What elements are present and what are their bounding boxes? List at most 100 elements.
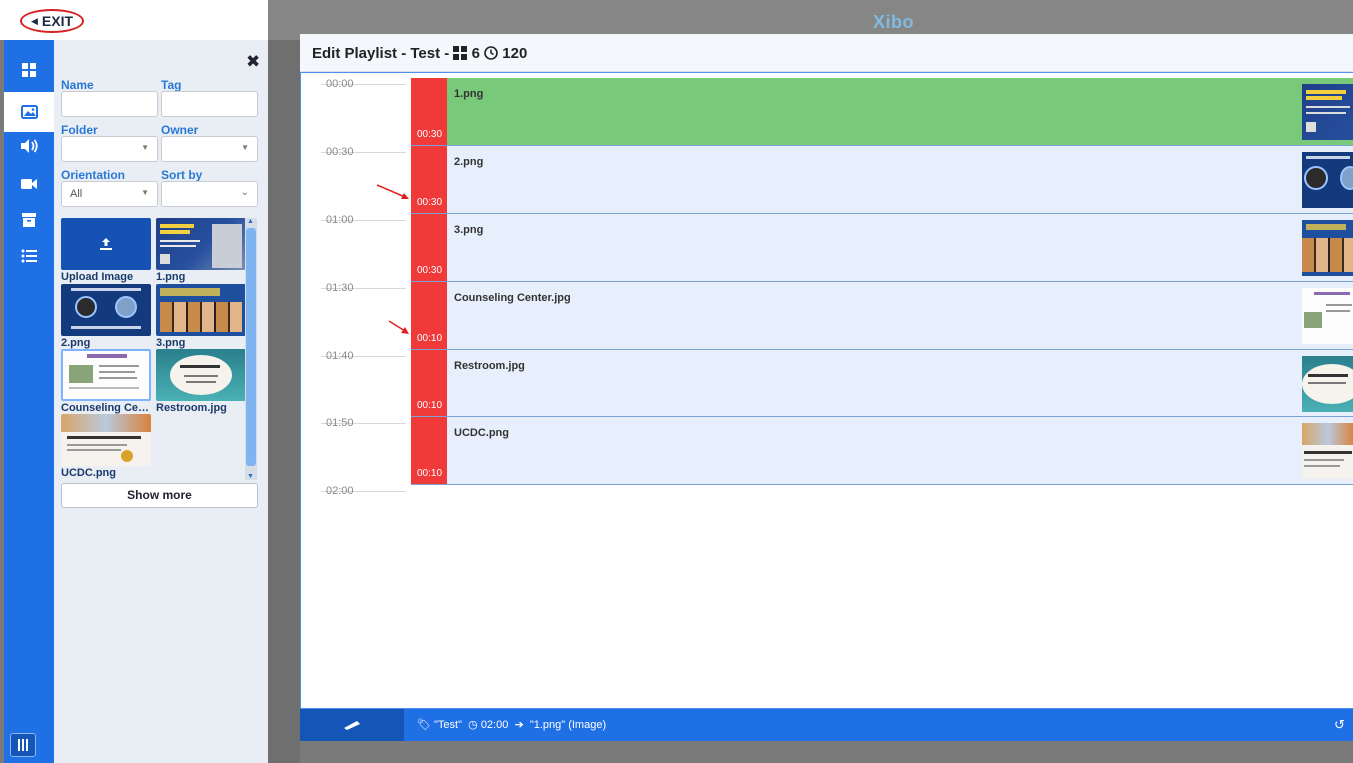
clock-icon: ◷ <box>468 719 478 731</box>
time-label: 01:30 <box>326 282 354 294</box>
annotation-arrow-icon <box>376 184 409 199</box>
orientation-value: All <box>70 188 83 200</box>
xibo-logo: Xibo <box>873 12 914 32</box>
timeline-widget-3png[interactable]: 00:30 3.png <box>411 214 1353 282</box>
library-thumbnail <box>61 284 151 336</box>
tag-label: Tag <box>161 78 182 92</box>
widget-name: Restroom.jpg <box>454 360 525 372</box>
scroll-up-icon[interactable]: ▲ <box>247 218 254 225</box>
library-item-2png[interactable]: 2.png <box>61 284 151 349</box>
library-item-name: Counseling Center... <box>61 402 151 414</box>
widget-thumbnail <box>1302 423 1353 479</box>
duration-bar: 00:30 <box>411 146 447 213</box>
scroll-thumb[interactable] <box>246 228 256 466</box>
timeline-widget-ucdc[interactable]: 00:10 UCDC.png <box>411 417 1353 485</box>
widget-thumbnail <box>1302 220 1353 276</box>
chevron-down-icon: ▼ <box>141 188 149 197</box>
library-item-name: UCDC.png <box>61 467 116 479</box>
archive-icon[interactable] <box>4 200 54 240</box>
chevron-down-icon: ⌄ <box>240 187 249 198</box>
widget-thumbnail <box>1302 356 1353 412</box>
library-item-restroom[interactable]: Restroom.jpg <box>156 349 246 414</box>
library-item-name: Restroom.jpg <box>156 402 227 414</box>
list-icon[interactable] <box>4 236 54 276</box>
timeline-widget-counseling[interactable]: 00:10 Counseling Center.jpg <box>411 282 1353 350</box>
modal-title: Edit Playlist - Test - 6 120 <box>312 45 527 64</box>
timeline-widget-2png[interactable]: 00:30 2.png <box>411 146 1353 214</box>
library-item-3png[interactable]: 3.png <box>156 284 246 349</box>
playlist-footer: 🏷︎ "Test" ◷ 02:00 ➔ "1.png" (Image) ↺ <box>300 709 1353 741</box>
owner-label: Owner <box>161 123 199 137</box>
duration-bar: 00:10 <box>411 282 447 349</box>
playlist-timeline: 00:00 00:30 01:00 01:30 01:40 01:50 02:0… <box>300 72 1353 709</box>
undo-icon[interactable]: ↺ <box>1334 717 1345 733</box>
library-item-counseling[interactable]: Counseling Center... <box>61 349 151 414</box>
timeline-widget-restroom[interactable]: 00:10 Restroom.jpg <box>411 350 1353 417</box>
sortby-label: Sort by <box>161 168 203 182</box>
widget-name: 1.png <box>454 88 484 100</box>
time-label: 02:00 <box>326 485 354 497</box>
library-thumbnail <box>156 218 246 270</box>
timeline-widget-1png[interactable]: 00:30 1.png <box>411 78 1353 146</box>
duration-bar: 00:30 <box>411 78 447 145</box>
owner-select[interactable]: ▼ <box>161 136 258 162</box>
close-icon[interactable]: ✖ <box>246 52 260 72</box>
widget-name: 3.png <box>454 224 484 236</box>
footer-duration: 02:00 <box>480 719 509 731</box>
widget-count: 6 <box>471 45 480 62</box>
time-label: 00:00 <box>326 78 354 90</box>
tag-icon: 🏷︎ <box>417 719 431 731</box>
time-label: 00:30 <box>326 146 354 158</box>
caret-left-icon: ◀ <box>30 15 38 26</box>
library-item-name: 3.png <box>156 337 186 349</box>
duration-bar: 00:30 <box>411 214 447 281</box>
modal-header: Edit Playlist - Test - 6 120 <box>300 34 1353 72</box>
show-more-button[interactable]: Show more <box>61 483 258 508</box>
name-label: Name <box>61 78 94 92</box>
clock-icon <box>484 46 498 64</box>
total-duration: 120 <box>502 45 528 62</box>
widget-duration: 00:10 <box>417 468 443 479</box>
chevron-down-icon: ▼ <box>141 143 149 152</box>
annotation-arrow-icon <box>388 320 409 334</box>
library-thumbnail <box>61 349 151 401</box>
duration-bar: 00:10 <box>411 350 447 416</box>
widget-name: 2.png <box>454 156 484 168</box>
columns-icon[interactable] <box>10 733 36 757</box>
video-icon[interactable] <box>4 164 54 204</box>
ruler-icon[interactable] <box>300 709 404 741</box>
sortby-select[interactable]: ⌄ <box>161 181 258 207</box>
footer-info: 🏷︎ "Test" ◷ 02:00 ➔ "1.png" (Image) <box>417 718 606 731</box>
library-item-1png[interactable]: 1.png <box>156 218 246 283</box>
library-thumbnail <box>156 284 246 336</box>
widget-thumbnail <box>1302 152 1353 208</box>
widget-name: UCDC.png <box>454 427 509 439</box>
tag-input[interactable] <box>161 91 258 117</box>
arrow-right-icon: ➔ <box>514 719 524 731</box>
widgets-grid-icon[interactable] <box>4 50 54 90</box>
time-label: 01:50 <box>326 417 354 429</box>
library-item-ucdc[interactable]: UCDC.png <box>61 414 151 479</box>
folder-select[interactable]: ▼ <box>61 136 158 162</box>
chevron-down-icon: ▼ <box>241 143 249 152</box>
orientation-select[interactable]: All ▼ <box>61 181 158 207</box>
orientation-label: Orientation <box>61 168 126 182</box>
toolbox-iconbar <box>4 40 54 763</box>
time-label: 01:00 <box>326 214 354 226</box>
audio-icon[interactable] <box>4 126 54 166</box>
widget-duration: 00:30 <box>417 265 443 276</box>
library-item-name: 2.png <box>61 337 91 349</box>
library-scrollbar[interactable]: ▲ ▼ <box>245 218 257 480</box>
upload-image-card[interactable]: Upload Image <box>61 218 151 283</box>
media-library-grid: Upload Image 1.png 2.png 3.png Counselin… <box>61 218 258 480</box>
library-thumbnail <box>61 414 151 466</box>
exit-button[interactable]: ◀ EXIT <box>20 9 84 33</box>
duration-bar: 00:10 <box>411 417 447 484</box>
widget-duration: 00:30 <box>417 197 443 208</box>
widget-duration: 00:10 <box>417 400 443 411</box>
scroll-down-icon[interactable]: ▼ <box>247 473 254 480</box>
name-input[interactable] <box>61 91 158 117</box>
folder-label: Folder <box>61 123 98 137</box>
time-label: 01:40 <box>326 350 354 362</box>
library-item-name: 1.png <box>156 271 186 283</box>
